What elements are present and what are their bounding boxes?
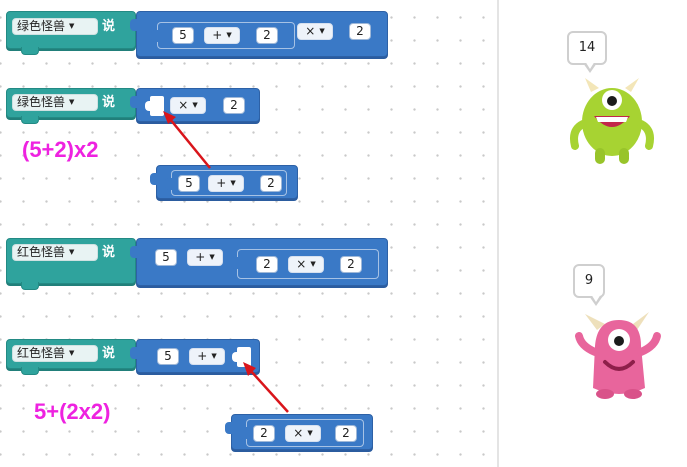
say-label: 说 [102,19,116,34]
speech-bubble-pink: 9 [573,264,605,306]
number-input[interactable]: 5 [155,249,177,266]
number-input[interactable]: 2 [223,97,245,114]
operator-label: + [216,176,227,190]
operator-label: × [305,24,316,38]
multiply-block[interactable]: × ▼ 2 [130,88,260,122]
triangle-down-icon: ▼ [307,429,313,437]
number-input[interactable]: 2 [253,425,275,442]
red-arrow-icon [163,111,289,413]
say-block-green-1[interactable]: 绿色怪兽 ▼ 说 [6,11,136,55]
speech-bubble-green: 14 [567,31,607,73]
multiply-block[interactable]: 2 × ▼ 2 [240,419,364,447]
operator-dropdown[interactable]: × ▼ [297,23,333,40]
sprite-dropdown-label: 绿色怪兽 [17,95,66,109]
empty-input-slot[interactable] [232,347,251,367]
add-block-detached[interactable]: 5 + ▼ 2 [150,165,298,199]
add-block[interactable]: 5 + ▼ 2 [165,170,287,196]
triangle-down-icon: ▼ [69,22,75,30]
operator-dropdown[interactable]: × ▼ [285,425,321,442]
operator-label: × [293,426,304,440]
sprite-dropdown[interactable]: 红色怪兽 ▼ [12,345,98,362]
sprite-dropdown-label: 红色怪兽 [17,346,66,360]
triangle-down-icon: ▼ [226,31,232,39]
sprite-dropdown[interactable]: 绿色怪兽 ▼ [12,18,98,35]
triangle-down-icon: ▼ [230,179,236,187]
number-input[interactable]: 2 [335,425,357,442]
operator-dropdown[interactable]: × ▼ [288,256,324,273]
operator-dropdown[interactable]: + ▼ [204,27,240,44]
add-block[interactable]: 5 + ▼ 2 × ▼ 2 [130,238,388,286]
triangle-down-icon: ▼ [319,27,325,35]
multiply-block[interactable]: 2 × ▼ 2 [231,249,379,279]
pink-monster-icon[interactable] [575,306,663,402]
sprite-dropdown-label: 红色怪兽 [17,245,66,259]
operator-label: + [197,349,208,363]
number-input[interactable]: 2 [260,175,282,192]
say-block-red-1[interactable]: 红色怪兽 ▼ 说 [6,238,136,290]
operator-dropdown[interactable]: × ▼ [170,97,206,114]
number-input[interactable]: 2 [256,256,278,273]
speech-bubble-text: 14 [578,40,596,55]
sprite-dropdown[interactable]: 红色怪兽 ▼ [12,244,98,261]
annotation-text: (5+2)x2 [22,137,99,162]
operator-label: + [195,250,206,264]
number-input[interactable]: 2 [349,23,371,40]
add-block[interactable]: 5 + ▼ 2 [151,22,295,49]
number-input[interactable]: 5 [172,27,194,44]
operator-dropdown[interactable]: + ▼ [208,175,244,192]
say-block-red-2[interactable]: 红色怪兽 ▼ 说 [6,339,136,375]
annotation-text: 5+(2x2) [34,399,111,424]
operator-dropdown[interactable]: + ▼ [189,348,225,365]
operator-label: × [296,257,307,271]
speech-bubble-text: 9 [584,273,594,288]
multiply-block[interactable]: 5 + ▼ 2 × ▼ 2 [130,11,388,57]
operator-dropdown[interactable]: + ▼ [187,249,223,266]
triangle-down-icon: ▼ [69,248,75,256]
say-label: 说 [102,245,116,260]
number-input[interactable]: 2 [256,27,278,44]
say-block-green-2[interactable]: 绿色怪兽 ▼ 说 [6,88,136,124]
speech-bubble-tail [589,294,603,306]
triangle-down-icon: ▼ [69,349,75,357]
empty-input-slot[interactable] [145,96,164,116]
stage-panel: 14 9 [499,0,687,467]
operator-label: × [178,98,189,112]
sprite-dropdown[interactable]: 绿色怪兽 ▼ [12,94,98,111]
number-input[interactable]: 5 [178,175,200,192]
green-monster-icon[interactable] [569,72,655,168]
say-label: 说 [102,346,116,361]
add-block[interactable]: 5 + ▼ [130,339,260,373]
code-workspace[interactable]: 绿色怪兽 ▼ 说 5 + ▼ 2 × ▼ 2 绿色怪兽 ▼ 说 × ▼ 2 (5+2)x2 [0,0,497,467]
triangle-down-icon: ▼ [209,253,215,261]
say-label: 说 [102,95,116,110]
number-input[interactable]: 2 [340,256,362,273]
triangle-down-icon: ▼ [192,101,198,109]
sprite-dropdown-label: 绿色怪兽 [17,19,66,33]
operator-label: + [212,28,223,42]
triangle-down-icon: ▼ [69,98,75,106]
multiply-block-detached[interactable]: 2 × ▼ 2 [225,414,373,450]
triangle-down-icon: ▼ [310,260,316,268]
number-input[interactable]: 5 [157,348,179,365]
triangle-down-icon: ▼ [211,352,217,360]
